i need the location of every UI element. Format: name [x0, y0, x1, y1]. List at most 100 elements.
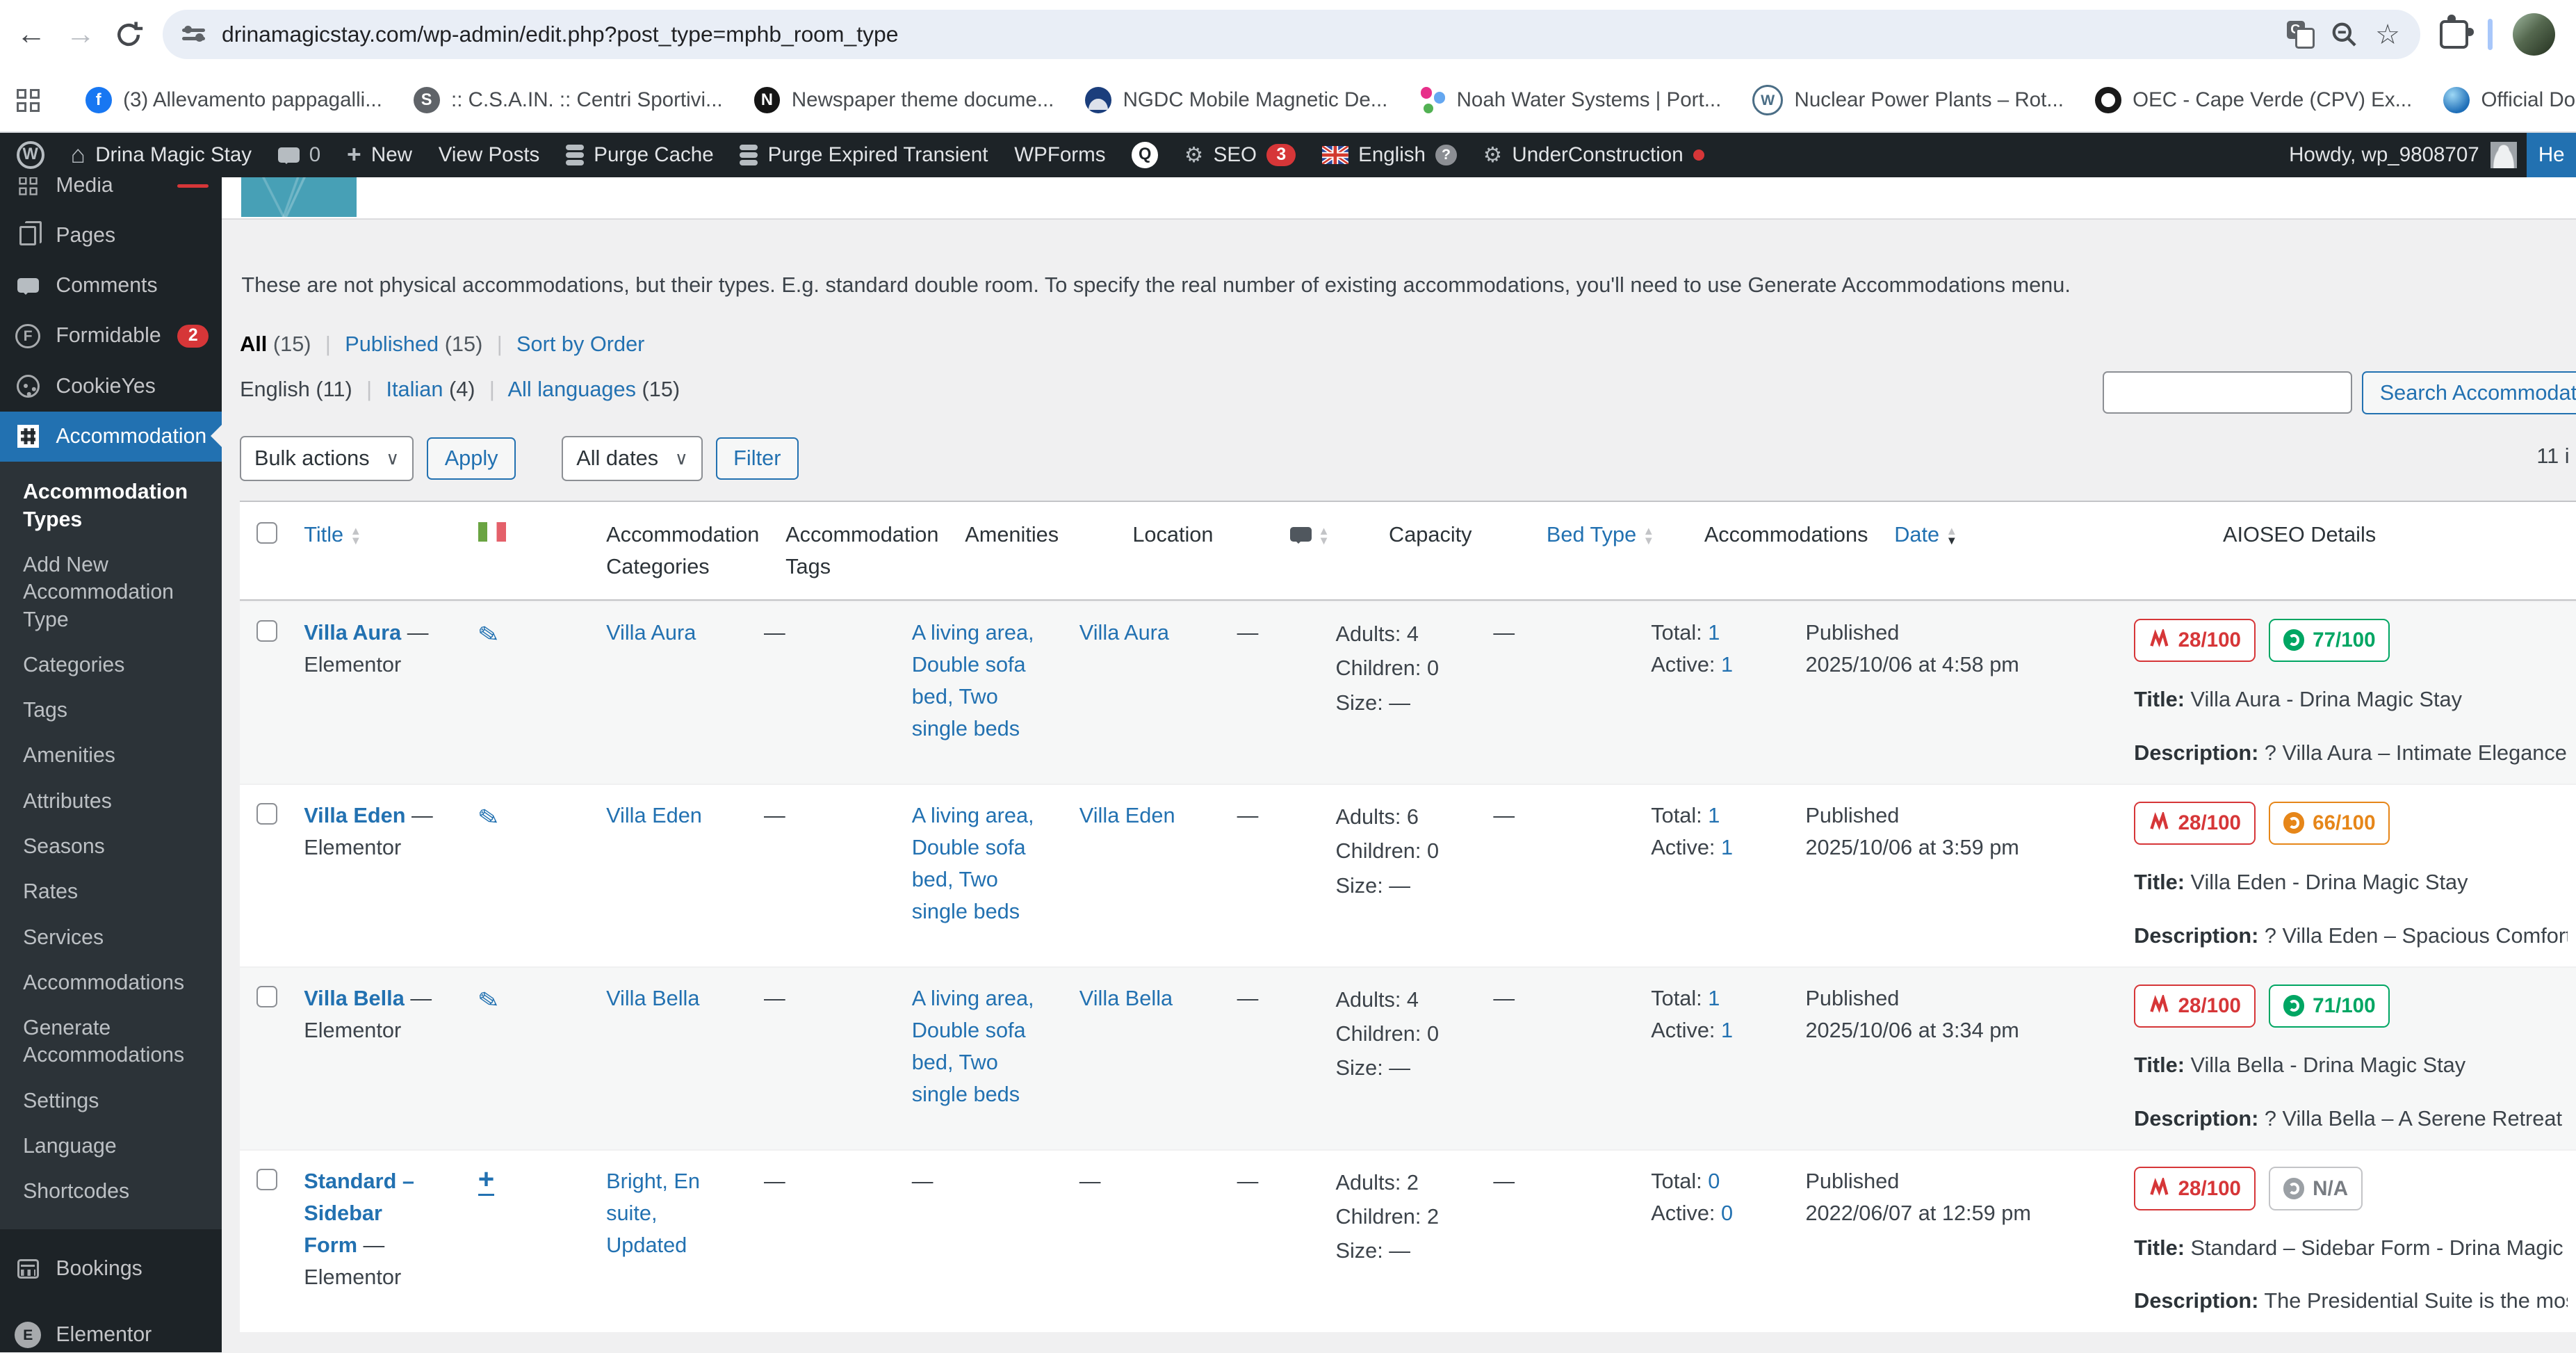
- active-link[interactable]: 1: [1721, 835, 1733, 859]
- apply-button[interactable]: Apply: [427, 437, 516, 480]
- submenu-tags[interactable]: Tags: [0, 688, 222, 733]
- truseo-score-badge[interactable]: 28/100: [2134, 1167, 2256, 1210]
- submenu-seasons[interactable]: Seasons: [0, 824, 222, 869]
- bookmark-item[interactable]: Official Documents- Amen...: [2434, 82, 2576, 118]
- submenu-attributes[interactable]: Attributes: [0, 779, 222, 824]
- reload-icon[interactable]: [115, 21, 143, 49]
- total-link[interactable]: 1: [1708, 803, 1720, 827]
- bookmark-item[interactable]: S:: C.S.A.IN. :: Centri Sportivi...: [404, 82, 733, 118]
- location-link[interactable]: Villa Eden: [1079, 803, 1175, 827]
- view-all[interactable]: All: [240, 332, 267, 356]
- submenu-language[interactable]: Language: [0, 1124, 222, 1169]
- forward-icon[interactable]: →: [66, 19, 96, 49]
- row-title-link[interactable]: Villa Aura: [304, 620, 401, 645]
- dates-filter-select[interactable]: All dates ∨: [562, 435, 703, 482]
- bookmark-item[interactable]: NGDC Mobile Magnetic De...: [1075, 82, 1397, 118]
- bulk-actions-select[interactable]: Bulk actions ∨: [240, 435, 414, 482]
- total-link[interactable]: 1: [1708, 986, 1720, 1010]
- search-button[interactable]: Search Accommodation Ty: [2362, 371, 2576, 414]
- submenu-services[interactable]: Services: [0, 915, 222, 960]
- category-link[interactable]: Villa Bella: [606, 986, 699, 1010]
- sidebar-item-cookieyes[interactable]: CookieYes: [0, 362, 222, 412]
- view-posts-menu[interactable]: View Posts: [439, 143, 540, 167]
- row-checkbox[interactable]: [256, 619, 278, 642]
- sidebar-item-pages[interactable]: Pages: [0, 211, 222, 261]
- location-link[interactable]: Villa Aura: [1079, 620, 1169, 645]
- amenities-links[interactable]: A living area, Double sofa bed, Two sing…: [912, 986, 1034, 1106]
- account-menu[interactable]: Howdy, wp_9808707: [2289, 142, 2518, 168]
- active-link[interactable]: 1: [1721, 1018, 1733, 1042]
- sidebar-item-accommodation[interactable]: Accommodation: [0, 411, 222, 462]
- category-link[interactable]: Villa Eden: [606, 803, 702, 827]
- row-checkbox[interactable]: [256, 1168, 278, 1190]
- seo-score-badge[interactable]: 71/100: [2268, 984, 2390, 1028]
- row-title-link[interactable]: Villa Bella: [304, 986, 405, 1010]
- zoom-out-icon[interactable]: [2331, 21, 2358, 49]
- view-published[interactable]: Published: [345, 332, 439, 356]
- edit-translation-icon[interactable]: ✎: [475, 981, 501, 1021]
- wpforms-menu[interactable]: WPForms: [1014, 143, 1105, 167]
- seo-score-badge[interactable]: 66/100: [2268, 801, 2390, 845]
- lang-english[interactable]: English: [240, 377, 310, 401]
- site-info-icon[interactable]: [182, 25, 206, 42]
- edit-translation-icon[interactable]: ✎: [475, 615, 501, 656]
- submenu-shortcodes[interactable]: Shortcodes: [0, 1169, 222, 1214]
- bookmark-item[interactable]: Noah Water Systems | Port...: [1409, 82, 1731, 118]
- sidebar-item-bookings[interactable]: Bookings: [0, 1244, 222, 1294]
- sort-title[interactable]: Title: [304, 522, 343, 546]
- active-link[interactable]: 0: [1721, 1201, 1733, 1225]
- category-link[interactable]: Bright, En suite, Updated: [606, 1169, 700, 1257]
- truseo-score-badge[interactable]: 28/100: [2134, 984, 2256, 1028]
- search-input[interactable]: [2103, 371, 2352, 414]
- extensions-icon[interactable]: [2439, 15, 2475, 49]
- bookmark-star-icon[interactable]: ☆: [2375, 20, 2400, 49]
- total-link[interactable]: 1: [1708, 620, 1720, 645]
- new-content-menu[interactable]: + New: [347, 143, 412, 167]
- truseo-score-badge[interactable]: 28/100: [2134, 618, 2256, 662]
- select-all-checkbox[interactable]: [256, 521, 278, 544]
- row-checkbox[interactable]: [256, 802, 278, 825]
- submenu-settings[interactable]: Settings: [0, 1078, 222, 1124]
- sidebar-item-elementor[interactable]: E Elementor: [0, 1309, 222, 1352]
- wordpress-logo-icon[interactable]: W: [16, 140, 44, 170]
- browser-profile-avatar[interactable]: [2512, 13, 2556, 56]
- filter-button[interactable]: Filter: [715, 437, 799, 480]
- row-checkbox[interactable]: [256, 985, 278, 1007]
- submenu-accommodation-types[interactable]: Accommodation Types: [0, 469, 222, 542]
- amenities-links[interactable]: A living area, Double sofa bed, Two sing…: [912, 803, 1034, 923]
- lang-italian[interactable]: Italian: [386, 377, 443, 401]
- total-link[interactable]: 0: [1708, 1169, 1720, 1193]
- row-title-link[interactable]: Villa Eden: [304, 803, 405, 827]
- bookmark-item[interactable]: OEC - Cape Verde (CPV) Ex...: [2085, 82, 2422, 118]
- language-menu[interactable]: English ?: [1322, 143, 1457, 167]
- comments-menu[interactable]: 0: [277, 143, 320, 167]
- site-name-menu[interactable]: ⌂ Drina Magic Stay: [71, 143, 252, 167]
- purge-expired-menu[interactable]: Purge Expired Transient: [740, 143, 988, 167]
- category-link[interactable]: Villa Aura: [606, 620, 696, 645]
- help-tab[interactable]: He: [2527, 133, 2576, 177]
- q-plugin-icon[interactable]: Q: [1132, 142, 1159, 168]
- submenu-categories[interactable]: Categories: [0, 642, 222, 688]
- bookmark-item[interactable]: f (3) Allevamento pappagalli...: [76, 82, 392, 118]
- sidebar-item-comments[interactable]: Comments: [0, 261, 222, 311]
- submenu-add-new[interactable]: Add New Accommodation Type: [0, 542, 222, 642]
- add-translation-icon[interactable]: +: [478, 1165, 495, 1196]
- purge-cache-menu[interactable]: Purge Cache: [566, 143, 714, 167]
- view-sort-by-order[interactable]: Sort by Order: [516, 332, 644, 356]
- seo-menu[interactable]: ⚙ SEO 3: [1184, 143, 1296, 167]
- sort-date[interactable]: Date: [1894, 522, 1939, 546]
- back-icon[interactable]: ←: [17, 19, 47, 49]
- url-text[interactable]: drinamagicstay.com/wp-admin/edit.php?pos…: [222, 22, 2270, 47]
- truseo-score-badge[interactable]: 28/100: [2134, 801, 2256, 845]
- header-comments[interactable]: ▲ ▼: [1277, 502, 1376, 567]
- edit-translation-icon[interactable]: ✎: [475, 798, 501, 838]
- underconstruction-menu[interactable]: ⚙ UnderConstruction: [1483, 143, 1705, 167]
- location-link[interactable]: Villa Bella: [1079, 986, 1173, 1010]
- seo-score-badge[interactable]: 77/100: [2268, 618, 2390, 662]
- sort-bed-type[interactable]: Bed Type: [1547, 522, 1636, 546]
- submenu-amenities[interactable]: Amenities: [0, 733, 222, 778]
- address-bar[interactable]: drinamagicstay.com/wp-admin/edit.php?pos…: [162, 10, 2420, 60]
- active-link[interactable]: 1: [1721, 652, 1733, 676]
- bookmark-item[interactable]: N Newspaper theme docume...: [744, 82, 1063, 118]
- apps-grid-icon[interactable]: [16, 88, 40, 112]
